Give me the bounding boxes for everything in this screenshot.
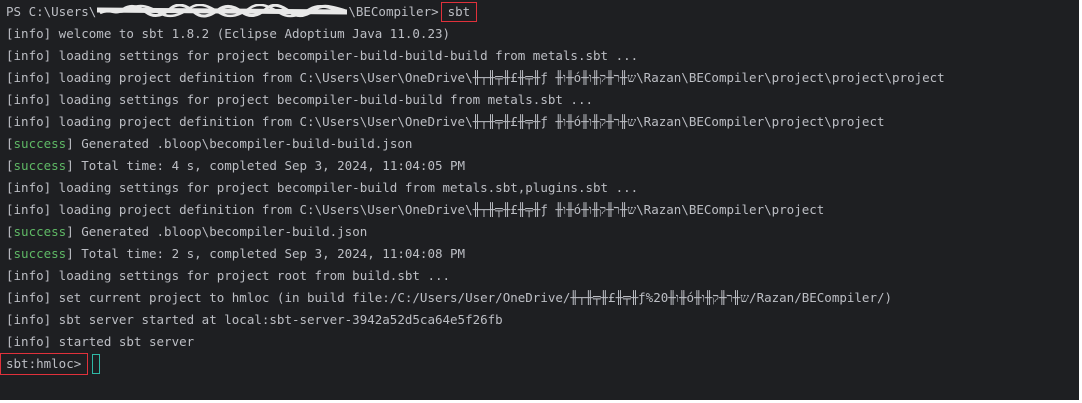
text-cursor[interactable]	[92, 353, 101, 374]
log-message: Total time: 4 s, completed Sep 3, 2024, …	[73, 158, 466, 173]
log-message: loading settings for project root from b…	[51, 268, 451, 283]
shell-prompt-prefix: PS C:\Users\	[6, 4, 97, 19]
log-message: loading settings for project becompiler-…	[51, 92, 594, 107]
log-message: loading project definition from C:\Users…	[51, 70, 945, 85]
log-line: [info] loading settings for project beco…	[6, 177, 1079, 199]
log-line: [info] loading settings for project root…	[6, 265, 1079, 287]
log-tag-bracket: ]	[66, 136, 74, 151]
sbt-prompt-highlight: sbt:hmloc>	[0, 353, 89, 375]
terminal-output: PS C:\Users\ \BECompiler> sbt [info] welco…	[0, 1, 1079, 375]
log-line: [info] loading project definition from C…	[6, 199, 1079, 221]
log-tag-success: success	[13, 136, 67, 151]
log-tag-info: [info]	[6, 26, 52, 41]
log-tag-bracket: ]	[66, 246, 74, 261]
log-message: Generated .bloop\becompiler-build.json	[73, 224, 368, 239]
sbt-command-highlight: sbt	[440, 2, 478, 22]
log-tag-bracket: [	[6, 224, 14, 239]
log-message: Generated .bloop\becompiler-build-build.…	[73, 136, 413, 151]
sbt-prompt-line[interactable]: sbt:hmloc>	[0, 353, 1079, 375]
log-line: [success] Generated .bloop\becompiler-bu…	[6, 133, 1079, 155]
log-tag-info: [info]	[6, 180, 52, 195]
log-line: [info] sbt server started at local:sbt-s…	[6, 309, 1079, 331]
log-line: [info] started sbt server	[6, 331, 1079, 353]
log-message: loading project definition from C:\Users…	[51, 202, 825, 217]
log-tag-bracket: [	[6, 158, 14, 173]
log-tag-info: [info]	[6, 70, 52, 85]
log-line: [info] loading project definition from C…	[6, 111, 1079, 133]
log-tag-bracket: ]	[66, 158, 74, 173]
log-tag-bracket: [	[6, 246, 14, 261]
log-message: loading project definition from C:\Users…	[51, 114, 885, 129]
log-tag-success: success	[13, 246, 67, 261]
log-message: welcome to sbt 1.8.2 (Eclipse Adoptium J…	[51, 26, 451, 41]
command-line: PS C:\Users\ \BECompiler> sbt	[6, 1, 1079, 23]
log-tag-info: [info]	[6, 334, 52, 349]
log-line: [success] Total time: 4 s, completed Sep…	[6, 155, 1079, 177]
redaction-scribble	[97, 4, 348, 18]
sbt-prompt-arrow: >	[73, 356, 82, 371]
log-tag-info: [info]	[6, 114, 52, 129]
log-tag-info: [info]	[6, 48, 52, 63]
log-line: [success] Generated .bloop\becompiler-bu…	[6, 221, 1079, 243]
log-line: [info] set current project to hmloc (in …	[6, 287, 1079, 309]
log-line: [info] welcome to sbt 1.8.2 (Eclipse Ado…	[6, 23, 1079, 45]
terminal-window[interactable]: PS C:\Users\ \BECompiler> sbt [info] welco…	[0, 0, 1082, 403]
log-tag-bracket: [	[6, 136, 14, 151]
log-tag-info: [info]	[6, 312, 52, 327]
log-line: [success] Total time: 2 s, completed Sep…	[6, 243, 1079, 265]
log-message: loading settings for project becompiler-…	[51, 180, 639, 195]
log-message: loading settings for project becompiler-…	[51, 48, 639, 63]
sbt-prompt-label: sbt:hmloc	[6, 356, 74, 371]
log-message: started sbt server	[51, 334, 195, 349]
log-tag-info: [info]	[6, 290, 52, 305]
log-tag-bracket: ]	[66, 224, 74, 239]
log-tag-info: [info]	[6, 202, 52, 217]
log-message: Total time: 2 s, completed Sep 3, 2024, …	[73, 246, 466, 261]
output-lines: [info] welcome to sbt 1.8.2 (Eclipse Ado…	[6, 23, 1079, 353]
shell-prompt-suffix: \BECompiler>	[348, 4, 439, 19]
log-line: [info] loading project definition from C…	[6, 67, 1079, 89]
log-message: sbt server started at local:sbt-server-3…	[51, 312, 503, 327]
log-line: [info] loading settings for project beco…	[6, 45, 1079, 67]
log-tag-info: [info]	[6, 268, 52, 283]
log-tag-info: [info]	[6, 92, 52, 107]
log-message: set current project to hmloc (in build f…	[51, 290, 893, 305]
log-line: [info] loading settings for project beco…	[6, 89, 1079, 111]
log-tag-success: success	[13, 224, 67, 239]
log-tag-success: success	[13, 158, 67, 173]
